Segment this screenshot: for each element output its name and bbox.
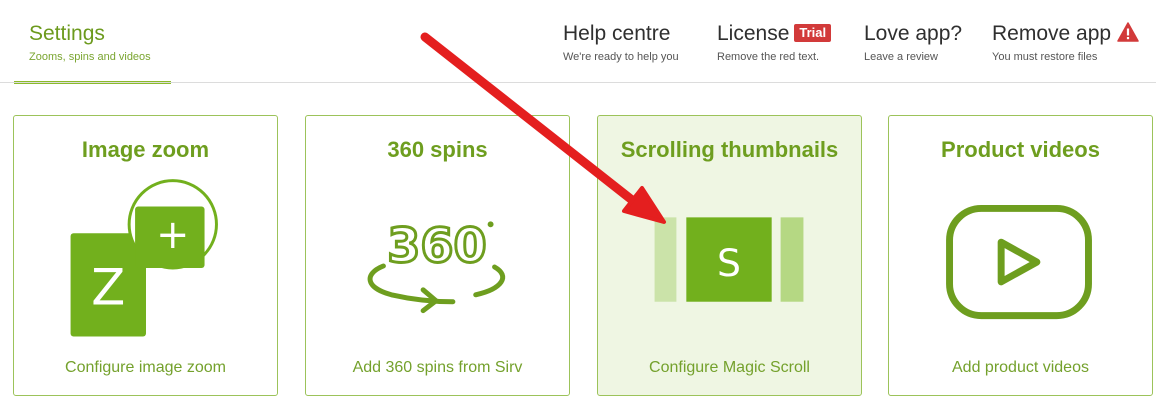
nav-love-subtitle: Leave a review xyxy=(864,51,938,63)
card-360-spins[interactable]: 360 spins 360 Add 360 spins from Sirv xyxy=(305,115,570,396)
video-play-icon xyxy=(946,204,1092,320)
nav-license-subtitle: Remove the red text. xyxy=(717,51,820,63)
card-image-zoom[interactable]: Image zoom Z + Configure image zoom xyxy=(13,115,278,396)
card-title: Scrolling thumbnails xyxy=(620,137,839,162)
nav-remove-title: Remove app xyxy=(992,22,1112,45)
warning-icon xyxy=(1117,22,1139,42)
nav-remove-subtitle: You must restore files xyxy=(992,51,1098,63)
trial-badge: Trial xyxy=(794,24,832,42)
add-360-spins-link[interactable]: Add 360 spins from Sirv xyxy=(306,359,569,377)
nav-license-heading: License Trial xyxy=(717,22,832,46)
add-product-videos-link[interactable]: Add product videos xyxy=(889,359,1152,377)
nav-remove-heading: Remove app xyxy=(992,22,1139,46)
spin-360-icon: 360 xyxy=(367,218,506,314)
header-divider xyxy=(0,82,1156,83)
spin-360-text: 360 xyxy=(387,219,486,274)
nav-help-centre[interactable]: Help centre We're ready to help you xyxy=(563,0,693,80)
scroll-thumbnails-icon: S xyxy=(654,217,804,302)
nav-love-title: Love app? xyxy=(864,22,963,45)
tab-settings[interactable]: Settings Zooms, spins and videos xyxy=(14,0,171,84)
configure-image-zoom-link[interactable]: Configure image zoom xyxy=(14,359,277,377)
nav-remove-app[interactable]: Remove app You must restore files xyxy=(992,0,1142,80)
card-title: 360 spins xyxy=(387,137,488,162)
card-product-videos[interactable]: Product videos Add product videos xyxy=(888,115,1153,396)
zoom-icon-plus: + xyxy=(156,212,189,258)
zoom-icon: Z + xyxy=(70,179,218,337)
nav-license[interactable]: License Trial Remove the red text. xyxy=(717,0,842,80)
card-title: Image zoom xyxy=(81,137,210,162)
nav-help-title: Help centre xyxy=(563,22,671,45)
tab-settings-subtitle: Zooms, spins and videos xyxy=(29,51,151,63)
card-scrolling-thumbnails[interactable]: Scrolling thumbnails S Configure Magic S… xyxy=(597,115,862,396)
card-title: Product videos xyxy=(941,137,1100,162)
configure-magic-scroll-link[interactable]: Configure Magic Scroll xyxy=(598,359,861,377)
scroll-icon-letter: S xyxy=(717,241,741,285)
nav-love-app[interactable]: Love app? Leave a review xyxy=(864,0,974,80)
nav-help-subtitle: We're ready to help you xyxy=(563,51,679,63)
top-navigation: Settings Zooms, spins and videos Help ce… xyxy=(0,0,1156,84)
tab-settings-title: Settings xyxy=(29,22,105,45)
zoom-icon-letter: Z xyxy=(91,259,125,317)
nav-license-title: License xyxy=(717,22,790,45)
